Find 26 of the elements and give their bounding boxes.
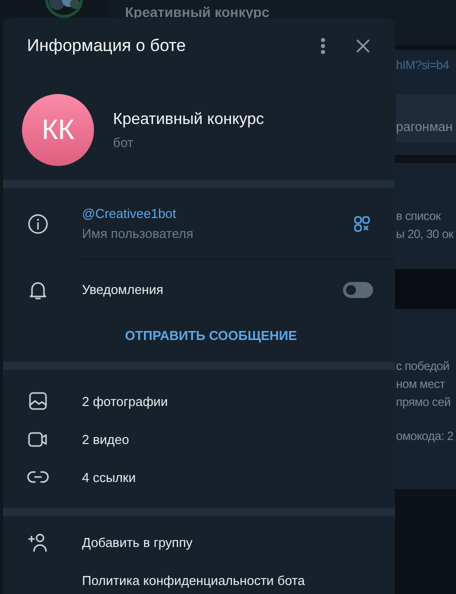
add-user-icon bbox=[27, 531, 49, 553]
menu-item[interactable]: Политика конфиденциальности бота bbox=[82, 572, 340, 588]
menu-item[interactable]: 4 ссылки bbox=[82, 470, 340, 484]
message-text: прямо сей bbox=[396, 394, 450, 411]
dialog-title: Информация о боте bbox=[27, 36, 187, 56]
image-icon bbox=[27, 390, 49, 412]
bot-name: Креативный конкурс bbox=[113, 110, 264, 128]
avatar: КК bbox=[22, 94, 94, 166]
toggle-switch[interactable] bbox=[343, 282, 373, 298]
inline-button[interactable]: рагонман bbox=[396, 94, 456, 142]
username-link[interactable]: @Creativee1bot bbox=[82, 206, 176, 221]
message-text: омокода: 2 bbox=[396, 428, 454, 445]
menu-item[interactable]: 2 фотографии bbox=[82, 394, 340, 408]
message-text: в список bbox=[396, 208, 441, 225]
menu-item[interactable]: Добавить в группу bbox=[82, 534, 340, 550]
menu-item[interactable]: 2 видео bbox=[82, 432, 340, 446]
send-message-button[interactable]: ОТПРАВИТЬ СООБЩЕНИЕ bbox=[82, 328, 340, 343]
field-label: Имя пользователя bbox=[82, 226, 194, 241]
info-icon bbox=[27, 212, 49, 234]
message-text: ы 20, 30 ок bbox=[396, 226, 454, 243]
chat-title: Креативный конкурс bbox=[125, 3, 270, 22]
setting-label: Уведомления bbox=[82, 282, 164, 297]
message-text: hIM?si=b4 bbox=[396, 57, 449, 74]
bot-subtitle: бот bbox=[113, 134, 134, 150]
message-text: с победой bbox=[396, 358, 450, 375]
message-text: ном мест bbox=[396, 376, 445, 393]
